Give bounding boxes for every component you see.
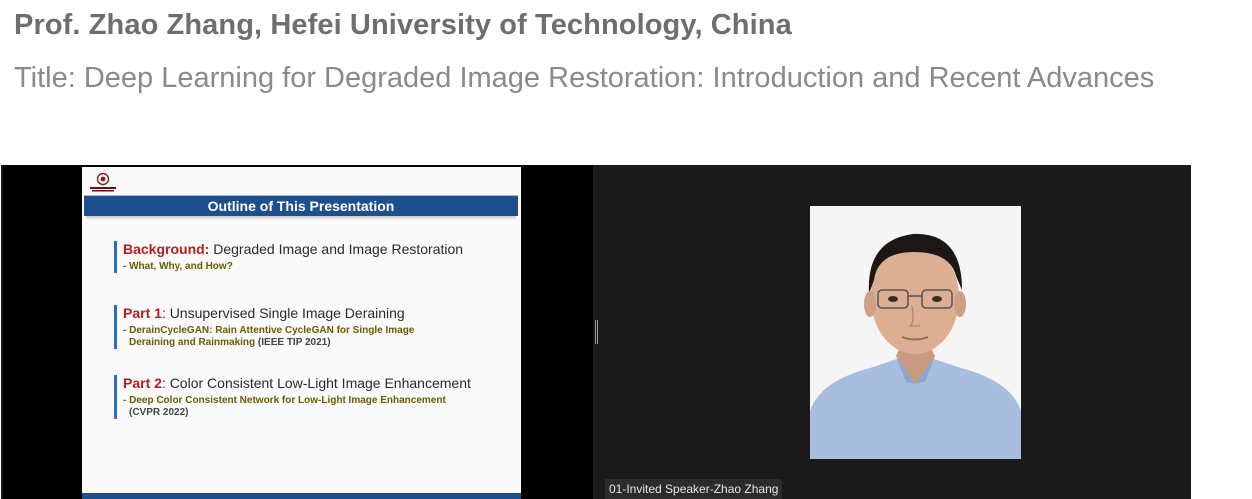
slide-header: Outline of This Presentation xyxy=(84,195,518,216)
outline-item-sub-line: Deraining and Rainmaking (IEEE TIP 2021) xyxy=(123,337,414,349)
talk-title: Title: Deep Learning for Degraded Image … xyxy=(14,62,1155,94)
outline-item-heading: Part 2: Color Consistent Low-Light Image… xyxy=(123,375,471,391)
slide-header-shadow xyxy=(86,216,516,220)
outline-item-background: Background: Degraded Image and Image Res… xyxy=(114,241,463,273)
screen-share-pane[interactable]: Outline of This Presentation Background:… xyxy=(3,165,593,499)
outline-item-label: Background: xyxy=(123,241,210,257)
outline-item-sub-line: - What, Why, and How? xyxy=(123,261,233,272)
outline-item-label: Part 2 xyxy=(123,375,162,391)
speaker-heading: Prof. Zhao Zhang, Hefei University of Te… xyxy=(14,9,792,41)
slide-footer-bar xyxy=(82,493,521,499)
participant-name-tag: 01-Invited Speaker-Zhao Zhang xyxy=(605,479,783,499)
outline-item-sub-line: - Deep Color Consistent Network for Low-… xyxy=(123,395,446,406)
university-logo-icon xyxy=(90,172,116,192)
outline-item-sub-line: - DerainCycleGAN: Rain Attentive CycleGA… xyxy=(123,325,415,336)
outline-item-sub: - DerainCycleGAN: Rain Attentive CycleGA… xyxy=(123,325,414,349)
pane-splitter-handle[interactable] xyxy=(595,320,598,344)
outline-item-venue: (IEEE TIP 2021) xyxy=(255,337,331,348)
outline-item-sub-line: (CVPR 2022) xyxy=(129,407,189,418)
outline-item-sub: - Deep Color Consistent Network for Low-… xyxy=(123,395,471,419)
outline-item-text: : Unsupervised Single Image Deraining xyxy=(161,305,405,321)
outline-item-sub-text: Deraining and Rainmaking xyxy=(129,337,256,348)
speaker-portrait-icon xyxy=(810,206,1021,459)
speaker-video[interactable] xyxy=(810,206,1021,459)
presentation-slide: Outline of This Presentation Background:… xyxy=(82,167,521,499)
outline-item-heading: Part 1: Unsupervised Single Image Derain… xyxy=(123,305,414,321)
outline-item-sub: - What, Why, and How? xyxy=(123,261,463,273)
meeting-window: Outline of This Presentation Background:… xyxy=(1,165,1191,499)
outline-item-text: : Color Consistent Low-Light Image Enhan… xyxy=(161,375,471,391)
outline-item-text: Degraded Image and Image Restoration xyxy=(209,241,464,257)
outline-item-heading: Background: Degraded Image and Image Res… xyxy=(123,241,463,257)
outline-item-part-1: Part 1: Unsupervised Single Image Derain… xyxy=(114,305,414,349)
outline-item-label: Part 1 xyxy=(123,305,162,321)
outline-item-part-2: Part 2: Color Consistent Low-Light Image… xyxy=(114,375,471,419)
